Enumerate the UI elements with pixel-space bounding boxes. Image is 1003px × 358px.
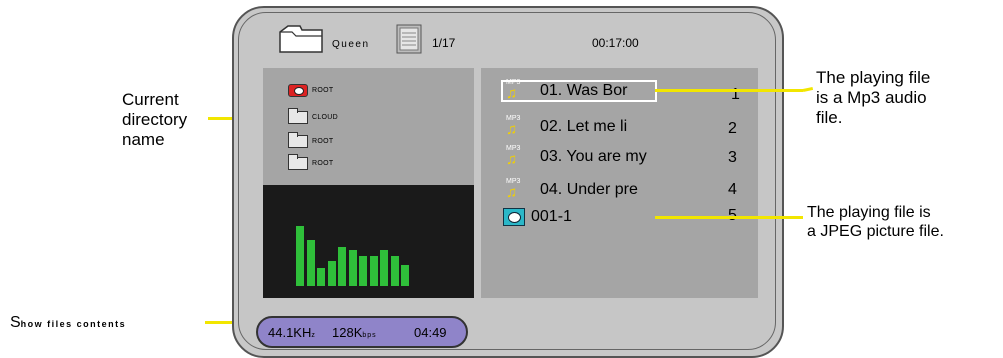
- spectrum-bar: [306, 240, 315, 286]
- directory-item[interactable]: ROOT: [288, 153, 334, 171]
- file-list-icon: [396, 24, 422, 54]
- spectrum-bar: [317, 268, 325, 286]
- annotation-line: a JPEG picture file.: [807, 223, 944, 240]
- annotation-line: Current: [122, 90, 179, 109]
- jpeg-icon: [503, 208, 525, 226]
- track-row[interactable]: MP3 ♫ 03. You are my: [500, 145, 647, 169]
- annotation-rest: how files contents: [20, 319, 127, 329]
- spectrum-bar: [296, 226, 304, 286]
- directory-label: ROOT: [312, 86, 334, 94]
- callout-line-mp3-tail: [802, 86, 814, 92]
- callout-line-mp3: [655, 89, 803, 92]
- annotation-show-files: Show files contents: [10, 314, 126, 332]
- annotation-mp3-file: The playing file is a Mp3 audio file.: [816, 68, 930, 128]
- bitrate: 128Kbps: [332, 325, 377, 340]
- mp3-icon: MP3 ♫: [506, 145, 521, 168]
- mp3-icon: MP3 ♫: [506, 79, 521, 102]
- annotation-initial: S: [10, 314, 21, 331]
- mp3-icon: MP3 ♫: [506, 178, 521, 201]
- spectrum-bar: [390, 256, 399, 286]
- track-duration: 04:49: [414, 325, 447, 340]
- directory-item[interactable]: ROOT: [288, 82, 333, 98]
- track-number: 3: [728, 149, 737, 166]
- annotation-line: The playing file is: [807, 204, 931, 221]
- track-number: 4: [728, 181, 737, 198]
- annotation-line: name: [122, 130, 165, 149]
- folder-icon: [288, 131, 308, 148]
- spectrum-bar: [401, 265, 409, 286]
- current-folder-name: Queen: [332, 39, 370, 50]
- directory-label: CLOUD: [312, 113, 339, 121]
- track-row[interactable]: MP3 ♫ 02. Let me li: [500, 115, 627, 139]
- mp3-icon: MP3 ♫: [506, 115, 521, 138]
- track-title: 01. Was Bor: [540, 82, 628, 99]
- track-row[interactable]: 001-1: [503, 205, 572, 229]
- file-info-bar: 44.1KHz 128Kbps 04:49: [256, 316, 468, 348]
- annotation-current-directory: Current directory name: [122, 90, 187, 150]
- spectrum-bar: [380, 250, 388, 286]
- annotation-line: The playing file: [816, 68, 931, 87]
- folder-icon: [279, 25, 323, 53]
- track-title: 001-1: [531, 208, 572, 225]
- annotation-line: file.: [816, 108, 843, 127]
- track-row[interactable]: MP3 ♫ 04. Under pre: [500, 178, 638, 202]
- sample-rate: 44.1KHz: [268, 325, 316, 340]
- spectrum-bar: [348, 250, 357, 286]
- track-title: 02. Let me li: [540, 118, 628, 135]
- directory-label: ROOT: [312, 137, 334, 145]
- track-row[interactable]: MP3 ♫ 01. Was Bor: [500, 79, 627, 103]
- track-number: 2: [728, 120, 737, 137]
- track-title: 03. You are my: [540, 148, 647, 165]
- spectrum-bar: [327, 261, 336, 286]
- directory-item[interactable]: CLOUD: [288, 107, 339, 125]
- file-index: 1/17: [432, 36, 456, 50]
- directory-item[interactable]: ROOT: [288, 131, 334, 149]
- track-title: 04. Under pre: [540, 181, 638, 198]
- annotation-jpeg-file: The playing file is a JPEG picture file.: [807, 203, 944, 241]
- spectrum-bar: [369, 256, 378, 286]
- callout-line-jpeg: [655, 216, 803, 219]
- annotation-line: is a Mp3 audio: [816, 88, 927, 107]
- folder-icon: [288, 107, 308, 124]
- spectrum-visualizer: [263, 185, 474, 298]
- spectrum-bar: [338, 247, 346, 286]
- elapsed-time: 00:17:00: [592, 36, 639, 50]
- spectrum-bar: [359, 256, 367, 286]
- annotation-line: directory: [122, 110, 188, 129]
- spectrum-bars: [296, 186, 416, 286]
- disc-icon: [288, 83, 308, 97]
- directory-label: ROOT: [312, 159, 334, 167]
- folder-icon: [288, 153, 308, 170]
